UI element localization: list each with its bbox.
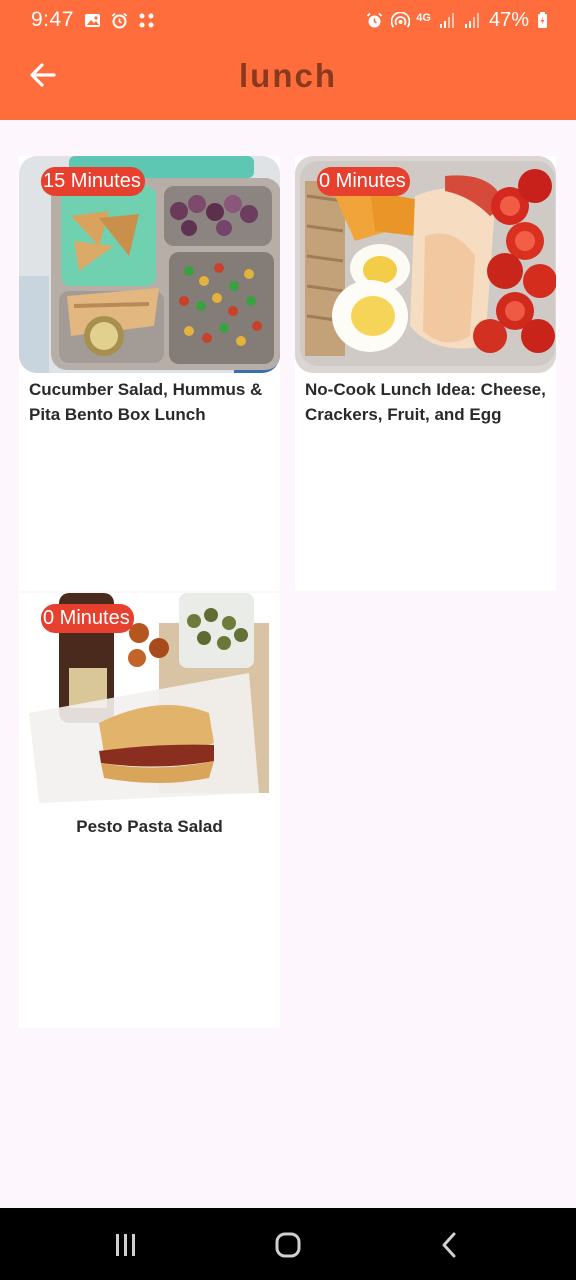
recipe-card[interactable]: 0 Minutes No-Cook Lunch Idea: Cheese, Cr…	[295, 156, 556, 591]
status-left: 9:47	[31, 8, 155, 32]
image-icon	[84, 12, 101, 29]
status-bar: 9:47 4G 47%	[0, 0, 576, 42]
signal-icon	[439, 12, 456, 29]
recipe-image: 0 Minutes	[295, 156, 556, 373]
battery-percent: 47%	[488, 9, 529, 31]
time-badge: 0 Minutes	[317, 167, 410, 196]
recipe-title: Pesto Pasta Salad	[76, 817, 223, 836]
time-badge: 15 Minutes	[41, 167, 145, 196]
app-screen: 9:47 4G 47% lunch 15 Minutes Cucumber Sa…	[0, 0, 576, 1280]
back-nav-icon	[430, 1232, 470, 1264]
recent-apps-button[interactable]	[106, 1230, 146, 1260]
alarm-icon	[111, 12, 128, 29]
recipe-title: No-Cook Lunch Idea: Cheese, Crackers, Fr…	[305, 380, 546, 424]
recipe-title: Cucumber Salad, Hummus & Pita Bento Box …	[29, 380, 263, 424]
alarm-icon	[366, 12, 383, 29]
signal-icon	[464, 12, 481, 29]
recipe-card[interactable]: 0 Minutes Pesto Pasta Salad	[19, 593, 280, 1028]
time-badge: 0 Minutes	[41, 604, 134, 633]
recipe-image: 0 Minutes	[19, 593, 280, 810]
status-time: 9:47	[31, 8, 74, 31]
back-nav-button[interactable]	[430, 1230, 470, 1260]
app-bar: lunch	[0, 42, 576, 120]
recipe-image: 15 Minutes	[19, 156, 280, 373]
system-nav-bar	[0, 1208, 576, 1280]
grid-dots-icon	[138, 12, 155, 29]
hotspot-icon	[390, 11, 411, 29]
page-title: lunch	[239, 57, 337, 94]
status-right: 4G 47%	[366, 9, 548, 32]
battery-icon	[537, 12, 548, 29]
recent-apps-icon	[106, 1234, 146, 1264]
recipe-card[interactable]: 15 Minutes Cucumber Salad, Hummus & Pita…	[19, 156, 280, 591]
home-icon	[268, 1232, 308, 1264]
network-type: 4G	[416, 11, 431, 24]
recipe-grid: 15 Minutes Cucumber Salad, Hummus & Pita…	[19, 156, 556, 1028]
home-button[interactable]	[268, 1230, 308, 1260]
